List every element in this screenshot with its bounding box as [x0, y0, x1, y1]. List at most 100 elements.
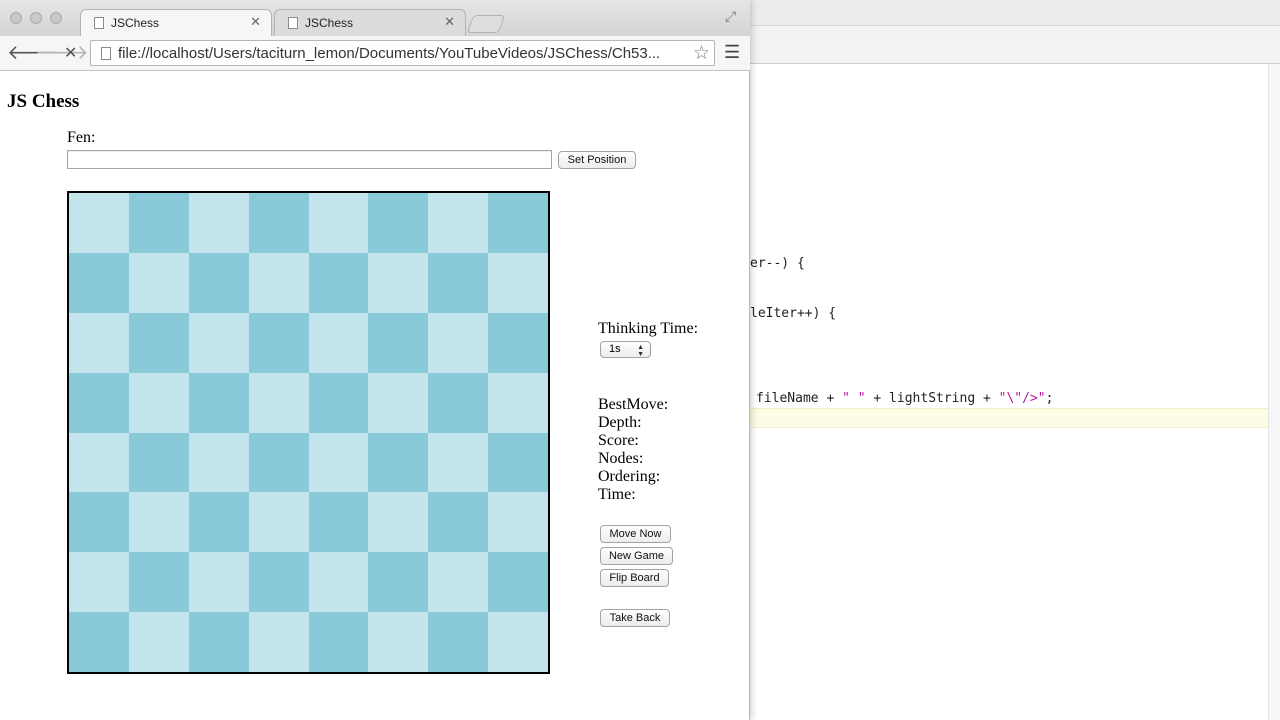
- board-square-a4[interactable]: [69, 432, 129, 493]
- board-square-e3[interactable]: [308, 492, 369, 553]
- board-square-c1[interactable]: [188, 612, 249, 672]
- board-square-h5[interactable]: [488, 372, 548, 433]
- code-string: " ": [842, 391, 866, 406]
- board-square-a5[interactable]: [69, 372, 129, 433]
- board-square-b4[interactable]: [128, 432, 189, 493]
- board-square-g1[interactable]: [428, 612, 489, 672]
- board-square-e5[interactable]: [308, 372, 369, 433]
- board-square-g7[interactable]: [428, 252, 489, 313]
- close-tab-icon[interactable]: ✕: [250, 14, 261, 30]
- zoom-window-icon[interactable]: [50, 12, 62, 24]
- board-square-e1[interactable]: [308, 612, 369, 672]
- minimize-window-icon[interactable]: [30, 12, 42, 24]
- page-icon: [94, 17, 104, 29]
- board-square-d2[interactable]: [248, 552, 309, 613]
- nodes-label: Nodes:: [598, 450, 644, 467]
- board-square-b2[interactable]: [128, 552, 189, 613]
- bookmark-star-icon[interactable]: ☆: [693, 42, 710, 65]
- board-square-b1[interactable]: [128, 612, 189, 672]
- board-square-e4[interactable]: [308, 432, 369, 493]
- board-square-b3[interactable]: [128, 492, 189, 553]
- flip-board-button[interactable]: Flip Board: [600, 569, 669, 587]
- code-line-3: fileName + " " + lightString + "\"/>";: [756, 391, 1053, 406]
- tab-jschess-2[interactable]: JSChess ✕: [274, 9, 466, 36]
- board-square-e7[interactable]: [308, 252, 369, 313]
- board-square-a1[interactable]: [69, 612, 129, 672]
- board-square-h7[interactable]: [488, 252, 548, 313]
- editor-scrollbar[interactable]: [1268, 64, 1280, 720]
- board-square-b8[interactable]: [128, 193, 189, 253]
- board-square-a8[interactable]: [69, 193, 129, 253]
- tab-title: JSChess: [305, 16, 354, 30]
- new-game-button[interactable]: New Game: [600, 547, 673, 565]
- board-square-f2[interactable]: [368, 552, 429, 613]
- search-stats: BestMove: Depth: Score: Nodes: Ordering:…: [598, 396, 668, 504]
- board-square-c6[interactable]: [188, 312, 249, 373]
- board-square-d7[interactable]: [248, 252, 309, 313]
- board-square-d6[interactable]: [248, 312, 309, 373]
- fen-input[interactable]: [67, 150, 552, 169]
- board-square-a3[interactable]: [69, 492, 129, 553]
- board-square-g5[interactable]: [428, 372, 489, 433]
- take-back-button[interactable]: Take Back: [600, 609, 670, 627]
- board-square-g4[interactable]: [428, 432, 489, 493]
- board-square-f3[interactable]: [368, 492, 429, 553]
- board-square-h4[interactable]: [488, 432, 548, 493]
- url-text: file://localhost/Users/taciturn_lemon/Do…: [118, 45, 661, 62]
- new-tab-button[interactable]: [466, 15, 506, 33]
- board-square-c3[interactable]: [188, 492, 249, 553]
- board-square-c7[interactable]: [188, 252, 249, 313]
- board-square-h2[interactable]: [488, 552, 548, 613]
- board-square-f7[interactable]: [368, 252, 429, 313]
- address-bar[interactable]: file://localhost/Users/taciturn_lemon/Do…: [90, 40, 715, 66]
- forward-arrow-icon[interactable]: 🡒: [35, 40, 89, 65]
- board-square-h1[interactable]: [488, 612, 548, 672]
- board-square-h8[interactable]: [488, 193, 548, 253]
- board-square-a2[interactable]: [69, 552, 129, 613]
- board-square-c8[interactable]: [188, 193, 249, 253]
- thinking-time-value: 1s: [609, 343, 621, 355]
- stop-loading-icon[interactable]: ✕: [64, 43, 77, 63]
- board-square-c5[interactable]: [188, 372, 249, 433]
- board-square-f8[interactable]: [368, 193, 429, 253]
- set-position-button[interactable]: Set Position: [558, 151, 636, 169]
- board-square-h6[interactable]: [488, 312, 548, 373]
- fullscreen-icon[interactable]: ⤢: [725, 8, 736, 25]
- board-square-g8[interactable]: [428, 193, 489, 253]
- board-square-e8[interactable]: [308, 193, 369, 253]
- board-square-f5[interactable]: [368, 372, 429, 433]
- tab-jschess-1[interactable]: JSChess ✕: [80, 9, 272, 36]
- move-now-button[interactable]: Move Now: [600, 525, 671, 543]
- board-square-d5[interactable]: [248, 372, 309, 433]
- board-square-c2[interactable]: [188, 552, 249, 613]
- board-square-b7[interactable]: [128, 252, 189, 313]
- board-square-d8[interactable]: [248, 193, 309, 253]
- board-square-g2[interactable]: [428, 552, 489, 613]
- board-square-h3[interactable]: [488, 492, 548, 553]
- board-square-b6[interactable]: [128, 312, 189, 373]
- board-square-d4[interactable]: [248, 432, 309, 493]
- board-square-f4[interactable]: [368, 432, 429, 493]
- board-square-e6[interactable]: [308, 312, 369, 373]
- browser-window: JSChess ✕ JSChess ✕ ⤢ 🡐 🡒 ✕ file://local…: [0, 0, 750, 720]
- board-square-d1[interactable]: [248, 612, 309, 672]
- tab-title: JSChess: [111, 16, 160, 30]
- code-line-2: leIter++) {: [750, 306, 837, 321]
- thinking-time-select[interactable]: 1s ▲ ▼: [600, 341, 651, 358]
- menu-icon[interactable]: ☰: [724, 42, 740, 63]
- board-square-g3[interactable]: [428, 492, 489, 553]
- board-square-b5[interactable]: [128, 372, 189, 433]
- chess-board[interactable]: [67, 191, 550, 674]
- close-window-icon[interactable]: [10, 12, 22, 24]
- board-square-f6[interactable]: [368, 312, 429, 373]
- board-square-e2[interactable]: [308, 552, 369, 613]
- time-label: Time:: [598, 486, 636, 503]
- board-square-c4[interactable]: [188, 432, 249, 493]
- board-square-f1[interactable]: [368, 612, 429, 672]
- close-tab-icon[interactable]: ✕: [444, 14, 455, 30]
- board-square-d3[interactable]: [248, 492, 309, 553]
- board-square-a6[interactable]: [69, 312, 129, 373]
- code-token: fileName +: [756, 391, 843, 406]
- board-square-a7[interactable]: [69, 252, 129, 313]
- board-square-g6[interactable]: [428, 312, 489, 373]
